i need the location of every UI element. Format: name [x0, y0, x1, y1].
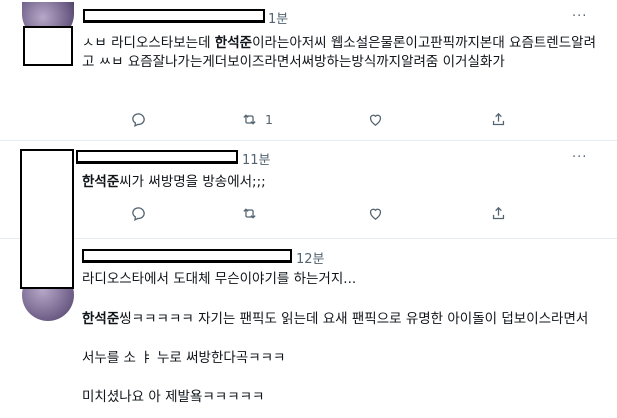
- redacted-username: [83, 9, 265, 23]
- like-button[interactable]: [367, 205, 384, 222]
- redacted-username: [76, 150, 238, 164]
- retweet-icon: [243, 114, 256, 125]
- retweet-count: 1: [265, 112, 273, 127]
- tweet-1[interactable]: 1분 ··· ㅅㅂ 라디오스타보는데 한석준이라는아저씨 웹소설은물론이고판픽까…: [0, 0, 617, 138]
- share-icon: [492, 206, 505, 220]
- redacted-avatar-box: [23, 26, 73, 66]
- tweet-3[interactable]: 12분 라디오스타에서 도대체 무슨이야기를 하는거지... 한석준씽ㅋㅋㅋㅋㅋ…: [0, 239, 617, 418]
- share-button[interactable]: [490, 111, 507, 128]
- heart-icon: [369, 208, 382, 220]
- timestamp[interactable]: 11분: [242, 149, 271, 168]
- highlighted-name: 한석준: [82, 311, 120, 327]
- highlighted-name: 한석준: [214, 35, 253, 51]
- redacted-avatar-box: [20, 149, 74, 289]
- tweet-text: ㅅㅂ 라디오스타보는데 한석준이라는아저씨 웹소설은물론이고판픽까지본대 요즘트…: [82, 35, 596, 70]
- retweet-button[interactable]: [241, 205, 258, 222]
- like-button[interactable]: [367, 111, 384, 128]
- tweet-text: 한석준씨가 써방명을 방송에서;;;: [82, 174, 266, 190]
- retweet-button[interactable]: 1: [241, 111, 273, 128]
- tweet-text-line-1: 라디오스타에서 도대체 무슨이야기를 하는거지...: [82, 271, 357, 287]
- share-button[interactable]: [490, 205, 507, 222]
- reply-icon: [132, 207, 145, 221]
- heart-icon: [369, 114, 382, 126]
- timestamp[interactable]: 1분: [268, 8, 288, 27]
- tweet-actions: [130, 205, 610, 223]
- reply-button[interactable]: [130, 111, 147, 128]
- tweet-actions: 1: [130, 111, 610, 129]
- more-options-icon[interactable]: ···: [572, 150, 587, 165]
- tweet-text-line-4: 미치셨나요 아 제발욬ㅋㅋㅋㅋㅋ: [82, 389, 265, 405]
- more-options-icon[interactable]: ···: [572, 9, 587, 24]
- retweet-icon: [243, 208, 256, 219]
- highlighted-name: 한석준: [82, 174, 120, 190]
- tweet-text-line-3: 서누를 소 ㅑ 누로 써방한다곡ㅋㅋㅋ: [82, 350, 286, 366]
- tweet-2[interactable]: 11분 ··· 한석준씨가 써방명을 방송에서;;;: [0, 141, 617, 289]
- timestamp[interactable]: 12분: [296, 248, 325, 267]
- redacted-username: [82, 249, 292, 263]
- reply-icon: [132, 113, 145, 127]
- share-icon: [492, 112, 505, 126]
- tweet-text-line-2: 한석준씽ㅋㅋㅋㅋㅋ 자기는 팬픽도 읽는데 요새 팬픽으로 유명한 아이돌이 덥…: [82, 311, 589, 327]
- reply-button[interactable]: [130, 205, 147, 222]
